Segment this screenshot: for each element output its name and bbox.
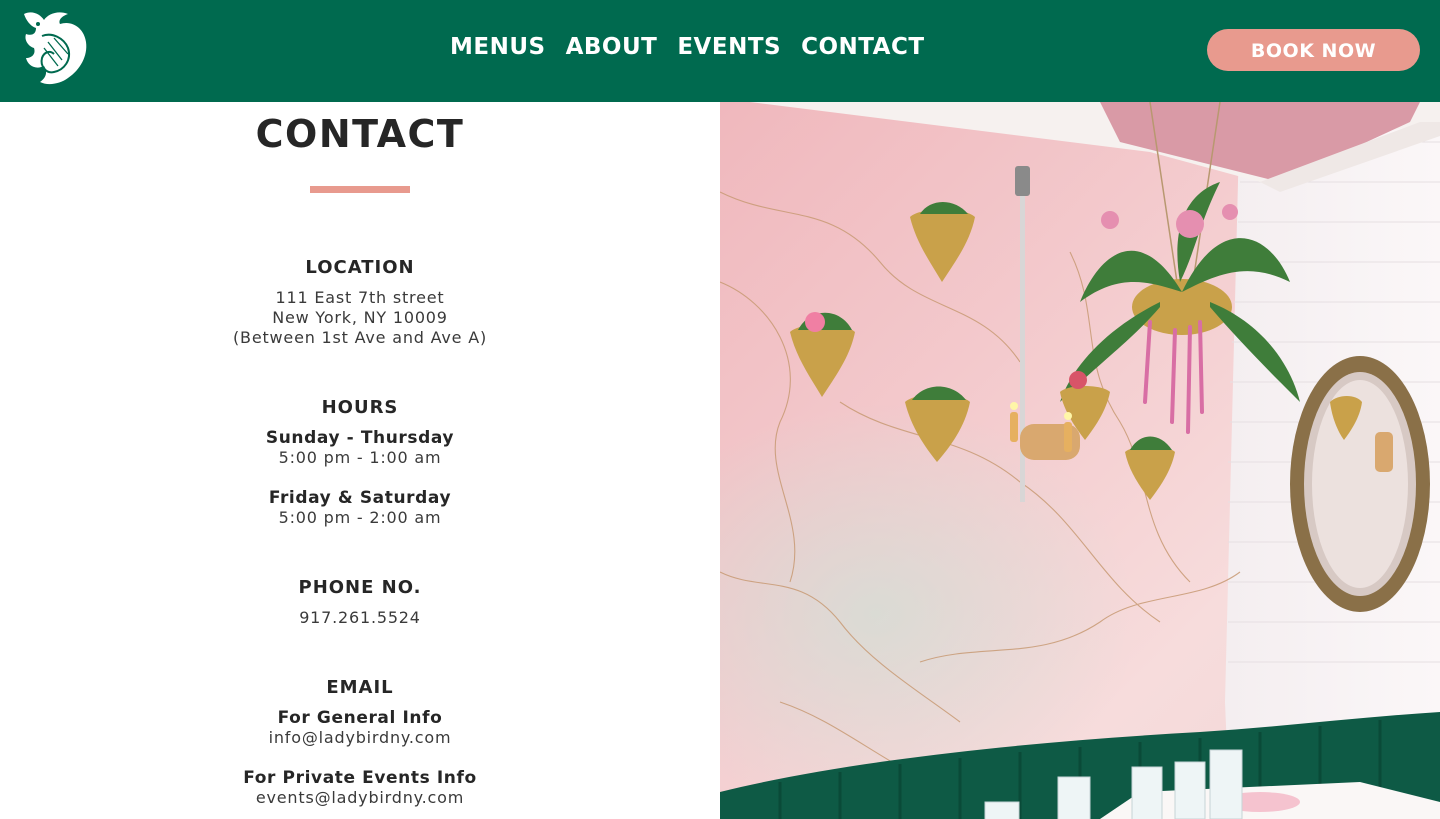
hours-days-2: Friday & Saturday [268, 488, 452, 508]
hours-heading: HOURS [321, 397, 399, 418]
email-heading: EMAIL [326, 677, 394, 698]
location-section: LOCATION 111 East 7th street New York, N… [0, 258, 720, 348]
nav-menus-link[interactable]: MENUS [450, 34, 546, 60]
address-line-2: New York, NY 10009 [272, 308, 448, 327]
nav-events-link[interactable]: EVENTS [677, 34, 781, 60]
hours-time-1: 5:00 pm - 1:00 am [278, 448, 442, 467]
restaurant-interior-photo [720, 102, 1440, 819]
site-header: MENUS ABOUT EVENTS CONTACT BOOK NOW [0, 0, 1440, 102]
nav-about-link[interactable]: ABOUT [566, 34, 658, 60]
email-general-link[interactable]: info@ladybirdny.com [0, 728, 720, 748]
ladybird-logo-icon[interactable] [18, 8, 90, 88]
page-title: CONTACT [255, 112, 465, 156]
hours-days-1: Sunday - Thursday [265, 428, 455, 448]
nav-contact-link[interactable]: CONTACT [801, 34, 924, 60]
address-line-1: 111 East 7th street [275, 288, 445, 307]
location-heading: LOCATION [305, 257, 415, 278]
contact-info-panel: CONTACT LOCATION 111 East 7th street New… [0, 102, 720, 819]
hours-time-2: 5:00 pm - 2:00 am [278, 508, 442, 527]
hours-section: HOURS Sunday - Thursday 5:00 pm - 1:00 a… [0, 398, 720, 528]
email-section: EMAIL For General Info info@ladybirdny.c… [0, 678, 720, 808]
main-nav: MENUS ABOUT EVENTS CONTACT [450, 34, 925, 60]
email-label-general: For General Info [277, 708, 443, 728]
phone-number-link[interactable]: 917.261.5524 [0, 608, 720, 628]
title-divider [310, 186, 410, 193]
phone-section: PHONE NO. 917.261.5524 [0, 578, 720, 628]
phone-heading: PHONE NO. [298, 577, 422, 598]
email-label-events: For Private Events Info [243, 768, 477, 788]
address-line-3: (Between 1st Ave and Ave A) [233, 328, 487, 347]
book-now-button[interactable]: BOOK NOW [1207, 29, 1420, 71]
email-events-link[interactable]: events@ladybirdny.com [0, 788, 720, 808]
